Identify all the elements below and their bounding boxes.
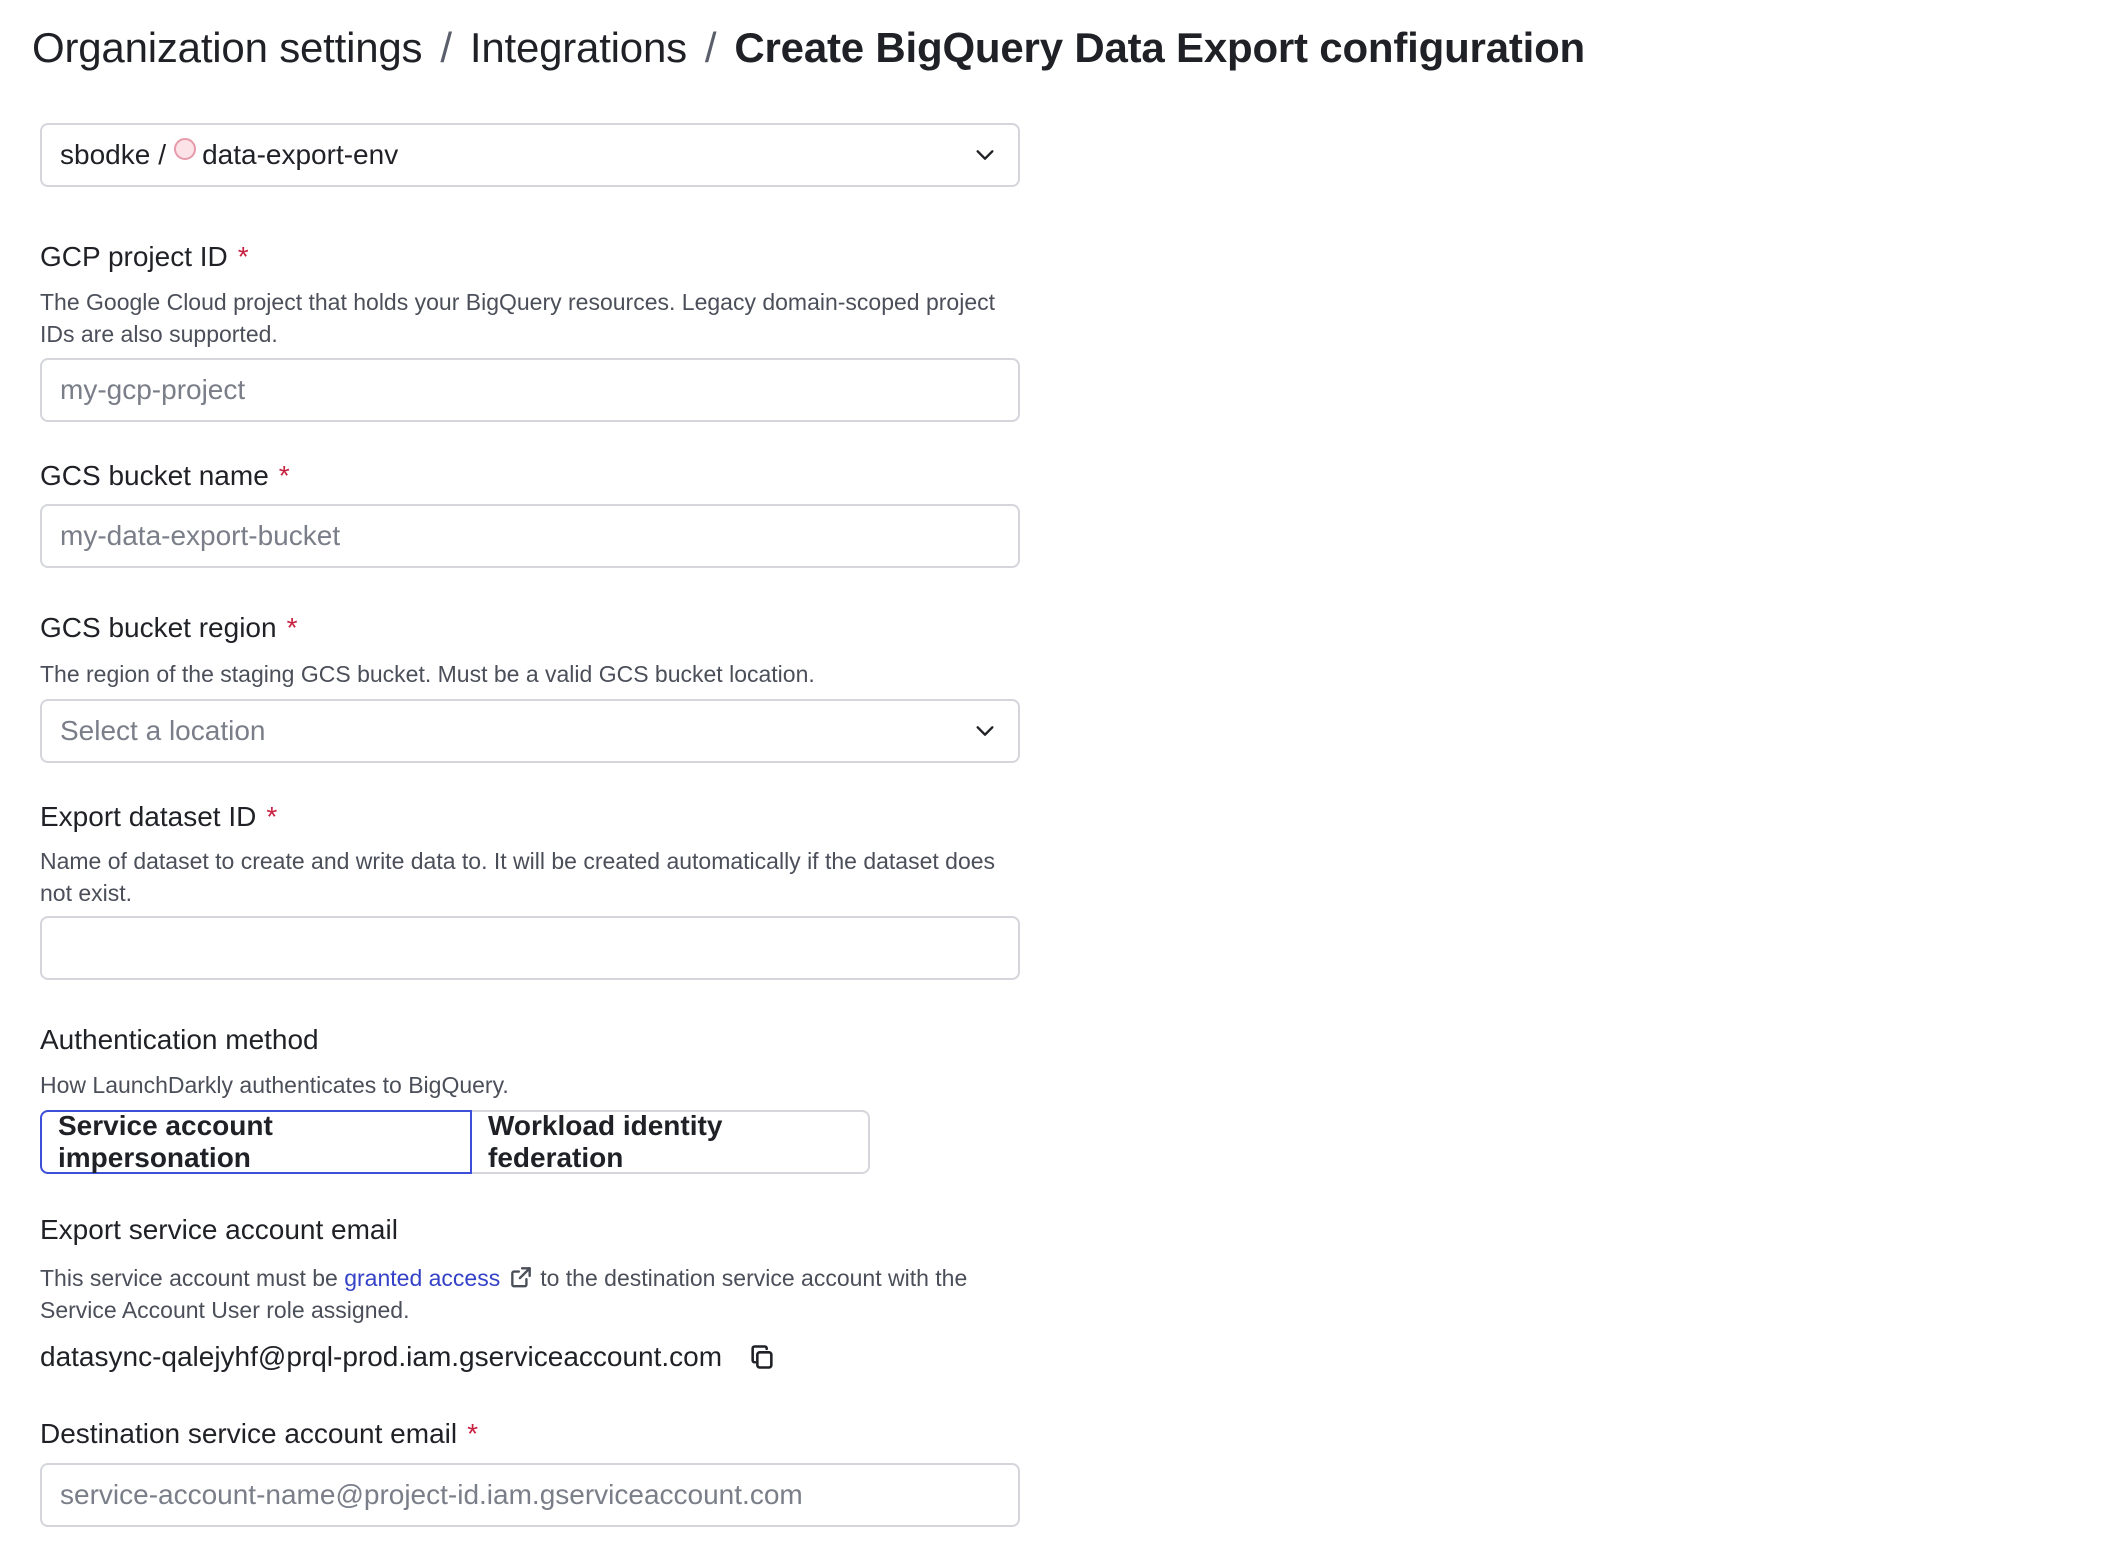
auth-option-service-account-impersonation[interactable]: Service account impersonation [40,1110,472,1174]
auth-option-workload-identity-federation[interactable]: Workload identity federation [472,1110,870,1174]
copy-icon[interactable] [748,1343,776,1371]
page: Organization settings / Integrations / C… [0,0,2126,1554]
auth-method-label-text: Authentication method [40,1024,319,1055]
export-account-label-text: Export service account email [40,1214,398,1245]
environment-color-dot [174,138,197,160]
project-environment-select[interactable]: sbodke / data-export-env [40,123,1020,187]
bucket-region-label: GCS bucket region * [40,612,297,644]
bucket-region-select[interactable]: Select a location [40,699,1020,763]
auth-method-label: Authentication method [40,1024,319,1056]
gcp-project-label: GCP project ID * [40,241,249,273]
breadcrumb-separator: / [440,24,452,71]
dataset-label-text: Export dataset ID [40,801,257,832]
export-account-help-text: This service account must be [40,1265,338,1291]
required-mark: * [278,460,290,491]
breadcrumb-organization-settings[interactable]: Organization settings [32,24,423,72]
chevron-down-icon [976,726,994,736]
granted-access-link[interactable]: granted access [344,1265,500,1291]
chevron-down-icon [976,150,994,160]
breadcrumb-separator: / [704,24,717,71]
gcp-project-placeholder: my-gcp-project [60,374,246,405]
gcp-project-help: The Google Cloud project that holds your… [40,289,996,347]
project-name: sbodke [60,139,151,170]
bucket-name-input[interactable]: my-data-export-bucket [40,504,1020,568]
dataset-input[interactable] [40,916,1020,980]
bucket-region-placeholder: Select a location [60,715,266,746]
destination-account-label: Destination service account email * [40,1418,478,1450]
required-mark: * [237,241,249,272]
export-account-email: datasync-qalejyhf@prql-prod.iam.gservice… [40,1341,776,1373]
page-title: Create BigQuery Data Export configuratio… [734,24,1586,71]
export-account-label: Export service account email [40,1214,398,1246]
auth-method-toggle: Service account impersonation Workload i… [40,1110,870,1174]
external-link-icon[interactable] [508,1264,534,1290]
dataset-label: Export dataset ID * [40,801,277,833]
required-mark: * [286,612,298,643]
project-env-separator: / [158,139,167,170]
auth-method-help: How LaunchDarkly authenticates to BigQue… [40,1072,509,1098]
bucket-name-label-text: GCS bucket name [40,460,269,491]
destination-account-label-text: Destination service account email [40,1418,458,1449]
gcp-project-label-text: GCP project ID [40,241,228,272]
required-mark: * [467,1418,478,1449]
destination-account-input[interactable]: service-account-name@project-id.iam.gser… [40,1463,1020,1527]
required-mark: * [266,801,278,832]
bucket-name-placeholder: my-data-export-bucket [60,520,341,551]
dataset-help: Name of dataset to create and write data… [40,848,996,906]
bucket-region-help: The region of the staging GCS bucket. Mu… [40,661,815,687]
environment-name: data-export-env [202,139,399,170]
export-account-email-value: datasync-qalejyhf@prql-prod.iam.gservice… [40,1341,723,1372]
gcp-project-input[interactable]: my-gcp-project [40,358,1020,422]
destination-account-placeholder: service-account-name@project-id.iam.gser… [60,1479,803,1510]
breadcrumb: Organization settings / Integrations / C… [32,24,1585,72]
export-account-help: This service account must be granted acc… [40,1262,1030,1326]
bucket-name-label: GCS bucket name * [40,460,290,492]
breadcrumb-integrations[interactable]: Integrations [470,24,687,72]
bucket-region-label-text: GCS bucket region [40,612,277,643]
